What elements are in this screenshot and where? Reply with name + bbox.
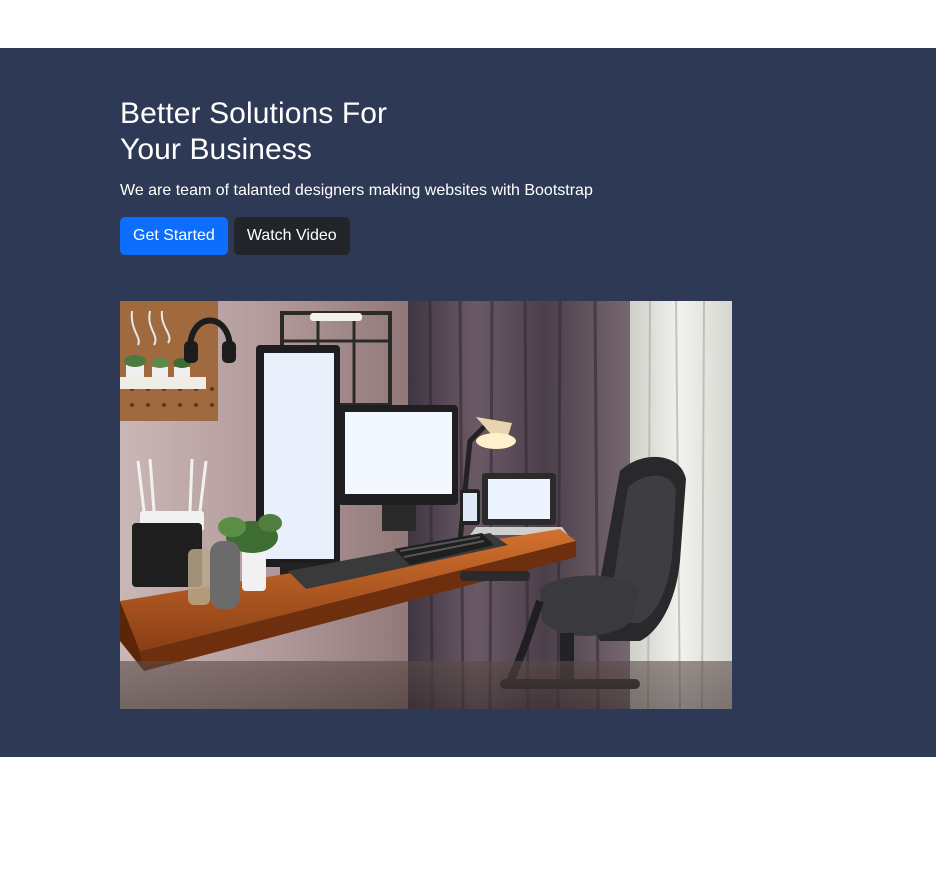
hero-content: Better Solutions For Your Business We ar…	[120, 96, 820, 255]
plants-on-shelf	[124, 355, 191, 378]
hero-title-line-2: Your Business	[120, 133, 312, 166]
hero-title: Better Solutions For Your Business	[120, 96, 820, 168]
floor	[120, 661, 732, 709]
hero-section: Better Solutions For Your Business We ar…	[0, 48, 936, 757]
hero-subtitle: We are team of talanted designers making…	[120, 182, 593, 199]
hero-image	[120, 301, 732, 709]
watch-video-button[interactable]: Watch Video	[233, 217, 350, 255]
jar	[188, 549, 210, 605]
light-bar	[310, 313, 362, 321]
hero-title-line-1: Better Solutions For	[120, 97, 388, 130]
speaker	[210, 541, 240, 609]
page: Better Solutions For Your Business We ar…	[0, 0, 936, 883]
get-started-button[interactable]: Get Started	[120, 217, 228, 255]
plant-pot	[242, 549, 266, 591]
hero-buttons: Get Started Watch Video	[120, 217, 820, 255]
shelf	[120, 377, 206, 389]
